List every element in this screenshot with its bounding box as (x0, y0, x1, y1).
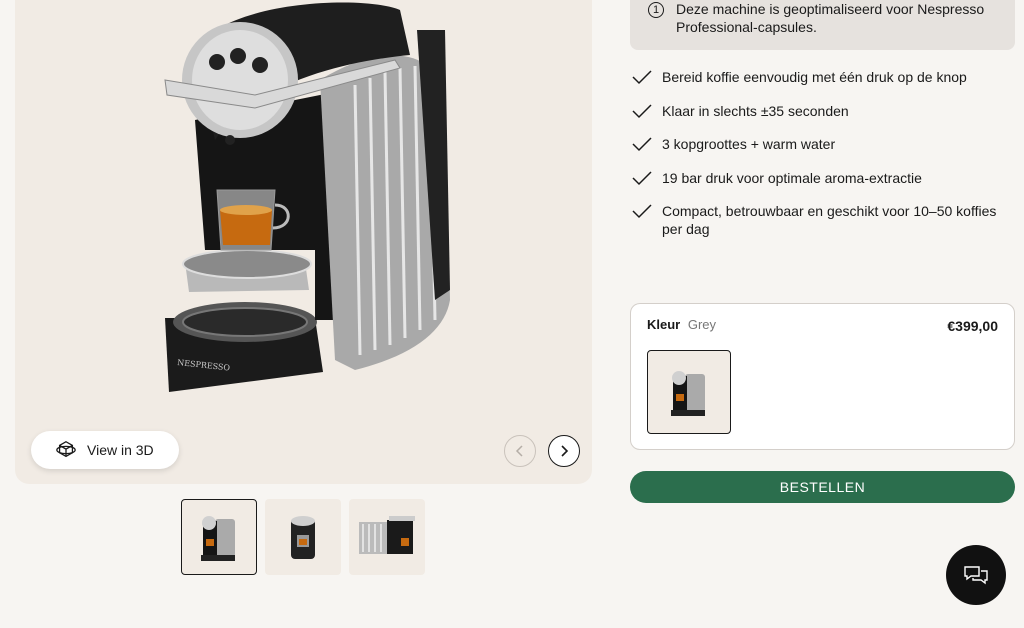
capsule-info-note: 1 Deze machine is geoptimaliseerd voor N… (630, 0, 1015, 50)
color-swatch-grey[interactable] (647, 350, 731, 434)
product-gallery: NESPRESSO View in 3D (15, 0, 592, 484)
chevron-left-icon (515, 445, 523, 457)
feature-text: 19 bar druk voor optimale aroma-extracti… (662, 169, 922, 186)
feature-item: Compact, betrouwbaar en geschikt voor 10… (632, 202, 1012, 238)
previous-image-button[interactable] (504, 435, 536, 467)
feature-item: Bereid koffie eenvoudig met één druk op … (632, 68, 1012, 86)
feature-item: Klaar in slechts ±35 seconden (632, 102, 1012, 120)
product-price: €399,00 (947, 318, 998, 334)
info-number-icon: 1 (648, 2, 664, 18)
3d-cube-icon (56, 441, 76, 458)
thumbnail-image (201, 516, 235, 561)
product-image: NESPRESSO (164, 2, 450, 392)
thumbnail-2[interactable] (265, 499, 341, 575)
checkmark-icon (632, 204, 652, 219)
checkmark-icon (632, 170, 652, 185)
color-label-value: Grey (687, 317, 717, 332)
checkmark-icon (632, 137, 652, 152)
swatch-image (671, 371, 705, 416)
color-label: Kleur Grey (647, 317, 716, 332)
thumbnail-image (291, 516, 315, 559)
order-button[interactable]: BESTELLEN (630, 471, 1015, 503)
checkmark-icon (632, 70, 652, 85)
color-label-key: Kleur (647, 317, 681, 332)
next-image-button[interactable] (548, 435, 580, 467)
feature-item: 19 bar druk voor optimale aroma-extracti… (632, 169, 1012, 187)
chat-button[interactable] (946, 545, 1006, 605)
feature-text: Klaar in slechts ±35 seconden (662, 102, 849, 119)
info-text: Deze machine is geoptimaliseerd voor Nes… (676, 1, 985, 35)
checkmark-icon (632, 103, 652, 118)
view-in-3d-label: View in 3D (87, 442, 154, 458)
feature-text: Compact, betrouwbaar en geschikt voor 10… (662, 203, 997, 237)
color-variant-card: Kleur Grey €399,00 (630, 303, 1015, 450)
view-in-3d-button[interactable]: View in 3D (31, 431, 179, 469)
thumbnail-strip (181, 499, 425, 575)
thumbnail-1[interactable] (181, 499, 257, 575)
feature-list: Bereid koffie eenvoudig met één druk op … (632, 68, 1012, 254)
thumbnail-image (359, 516, 415, 554)
chevron-right-icon (561, 445, 569, 457)
chat-bubbles-icon (964, 566, 988, 585)
feature-text: Bereid koffie eenvoudig met één druk op … (662, 69, 967, 85)
feature-item: 3 kopgroottes + warm water (632, 135, 1012, 153)
thumbnail-3[interactable] (349, 499, 425, 575)
feature-text: 3 kopgroottes + warm water (662, 136, 836, 152)
